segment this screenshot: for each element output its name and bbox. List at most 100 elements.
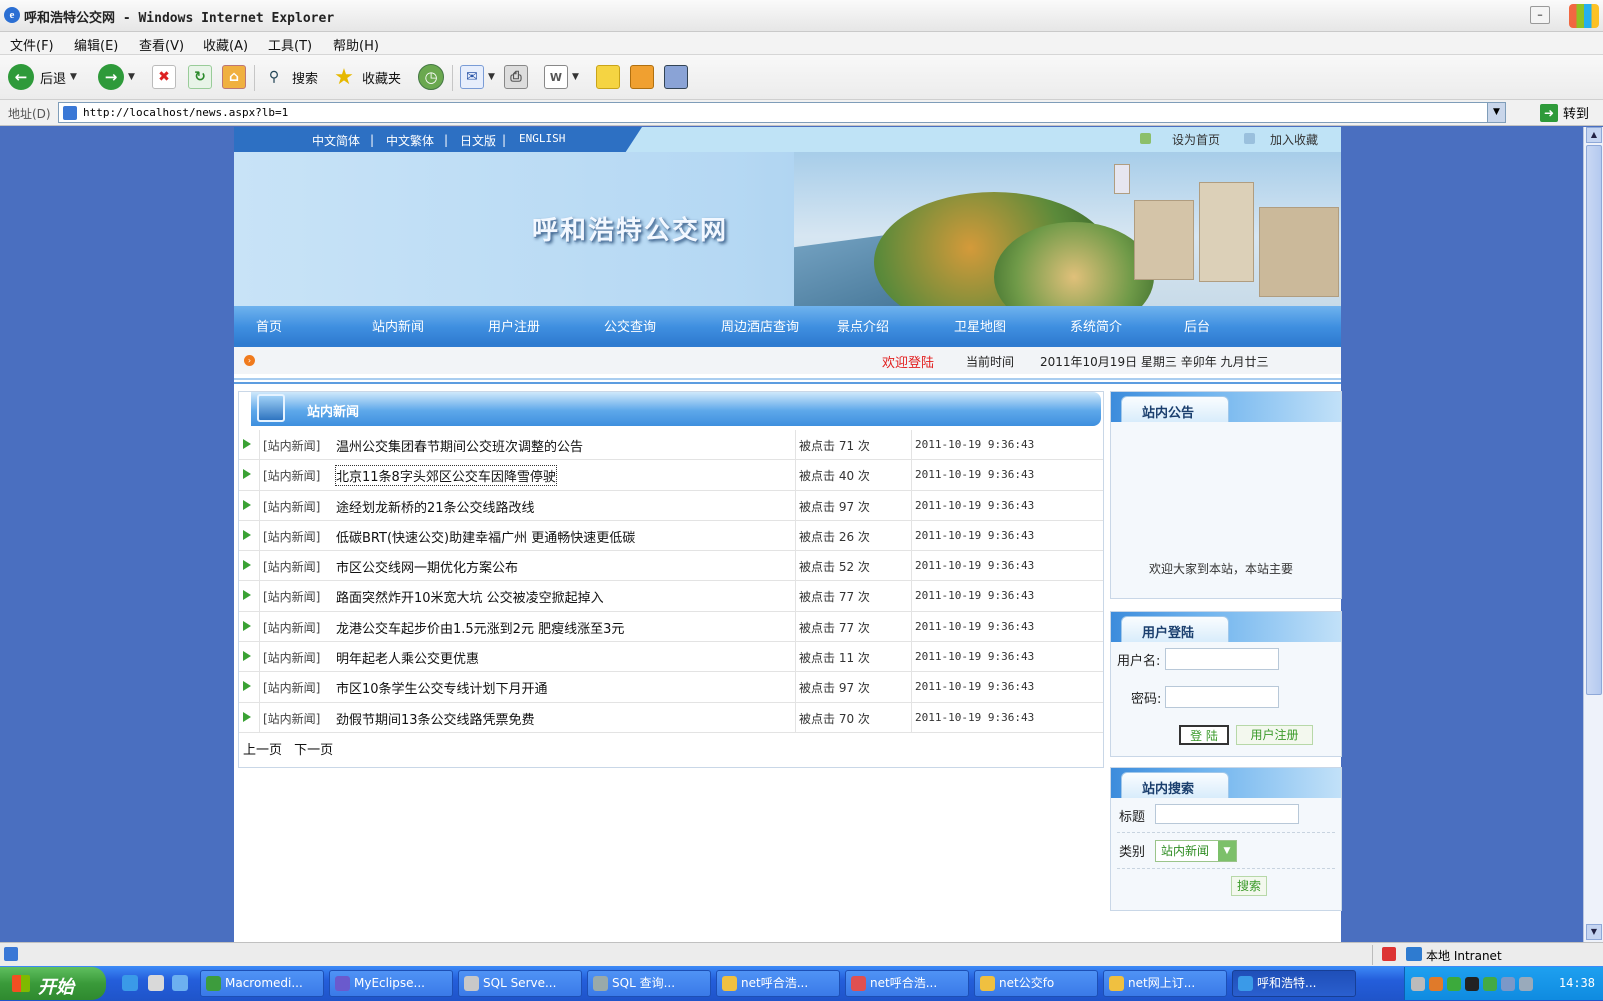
taskbar-button[interactable]: net呼合浩... bbox=[845, 970, 969, 997]
add-favorite-link[interactable]: 加入收藏 bbox=[1270, 131, 1318, 148]
forward-button[interactable]: → ▼ bbox=[98, 62, 135, 92]
lang-english[interactable]: ENGLISH bbox=[519, 132, 565, 145]
scroll-down-button[interactable]: ▼ bbox=[1586, 924, 1602, 940]
back-button[interactable]: ← 后退 ▼ bbox=[8, 62, 77, 92]
taskbar-button[interactable]: 呼和浩特... bbox=[1232, 970, 1356, 997]
print-button[interactable]: ⎙ bbox=[504, 62, 528, 92]
address-input[interactable]: http://localhost/news.aspx?lb=1 ▼ bbox=[58, 102, 1506, 123]
news-title-link[interactable]: 龙港公交车起步价由1.5元涨到2元 肥瘦线涨至3元 bbox=[336, 618, 624, 637]
intranet-zone-icon bbox=[1406, 947, 1422, 961]
taskbar-button[interactable]: Macromedi... bbox=[200, 970, 324, 997]
mail-button[interactable]: ✉ ▼ bbox=[460, 62, 495, 92]
discuss-button[interactable] bbox=[596, 62, 620, 92]
menu-view[interactable]: 查看(V) bbox=[139, 35, 184, 54]
minimize-button[interactable]: – bbox=[1530, 6, 1550, 24]
register-button[interactable]: 用户注册 bbox=[1236, 725, 1313, 745]
set-home-link[interactable]: 设为首页 bbox=[1172, 131, 1220, 148]
welcome-text: 欢迎登陆 bbox=[882, 356, 935, 371]
nav-hotel-query[interactable]: 周边酒店查询 bbox=[721, 316, 799, 335]
search-button[interactable]: ⚲ 搜索 bbox=[262, 62, 318, 92]
menu-favorites[interactable]: 收藏(A) bbox=[203, 35, 248, 54]
search-header: 站内搜索 bbox=[1111, 768, 1341, 798]
taskbar-button[interactable]: net呼合浩... bbox=[716, 970, 840, 997]
select-dropdown-icon[interactable]: ▼ bbox=[1218, 841, 1236, 861]
password-input[interactable] bbox=[1165, 686, 1279, 708]
scroll-thumb[interactable] bbox=[1586, 145, 1602, 695]
news-category: [站内新闻] bbox=[263, 711, 321, 726]
mail-dropdown-icon[interactable]: ▼ bbox=[488, 72, 495, 82]
start-button[interactable]: 开始 bbox=[0, 967, 106, 1000]
menu-tools[interactable]: 工具(T) bbox=[268, 35, 312, 54]
nav-bus-query[interactable]: 公交查询 bbox=[604, 316, 656, 335]
menu-edit[interactable]: 编辑(E) bbox=[74, 35, 118, 54]
home-button[interactable]: ⌂ bbox=[222, 62, 246, 92]
desktop-quicklaunch-icon[interactable] bbox=[148, 975, 164, 991]
news-title-link[interactable]: 市区10条学生公交专线计划下月开通 bbox=[336, 678, 548, 697]
messenger-button[interactable] bbox=[664, 62, 688, 92]
media-quicklaunch-icon[interactable] bbox=[172, 975, 188, 991]
go-button[interactable]: ➜ 转到 bbox=[1540, 103, 1589, 122]
login-button[interactable]: 登 陆 bbox=[1179, 725, 1229, 745]
address-url[interactable]: http://localhost/news.aspx?lb=1 bbox=[83, 106, 288, 119]
monitor-icon bbox=[257, 394, 285, 422]
edit-word-button[interactable]: W ▼ bbox=[544, 62, 579, 92]
qq-icon[interactable] bbox=[1465, 977, 1479, 991]
nav-attractions[interactable]: 景点介绍 bbox=[837, 316, 889, 335]
prev-page-link[interactable]: 上一页 bbox=[243, 743, 282, 758]
edit-dropdown-icon[interactable]: ▼ bbox=[572, 72, 579, 82]
address-dropdown-icon[interactable]: ▼ bbox=[1487, 103, 1505, 122]
news-title-link[interactable]: 途经划龙新桥的21条公交线路改线 bbox=[336, 497, 535, 516]
nav-admin[interactable]: 后台 bbox=[1184, 316, 1210, 335]
research-button[interactable] bbox=[630, 62, 654, 92]
vertical-scrollbar[interactable]: ▲ ▼ bbox=[1583, 127, 1603, 942]
lang-traditional[interactable]: 中文繁体 bbox=[386, 132, 434, 149]
lang-japanese[interactable]: 日文版 bbox=[460, 132, 496, 149]
next-page-link[interactable]: 下一页 bbox=[294, 743, 333, 758]
taskbar-button[interactable]: SQL Serve... bbox=[458, 970, 582, 997]
nav-home[interactable]: 首页 bbox=[256, 316, 282, 335]
network-icon[interactable] bbox=[1447, 977, 1461, 991]
news-title-link[interactable]: 温州公交集团春节期间公交班次调整的公告 bbox=[336, 436, 583, 455]
menu-help[interactable]: 帮助(H) bbox=[333, 35, 379, 54]
tray-arrow-icon[interactable] bbox=[1429, 977, 1443, 991]
forward-dropdown-icon[interactable]: ▼ bbox=[128, 72, 135, 82]
toolbar-separator bbox=[452, 65, 453, 91]
lang-separator: | bbox=[444, 133, 449, 147]
news-title-link[interactable]: 低碳BRT(快速公交)助建幸福广州 更通畅快速更低碳 bbox=[336, 527, 635, 546]
nav-register[interactable]: 用户注册 bbox=[488, 316, 540, 335]
favorites-button[interactable]: ★ 收藏夹 bbox=[332, 62, 401, 92]
volume-icon[interactable] bbox=[1501, 977, 1515, 991]
taskbar-button[interactable]: net网上订... bbox=[1103, 970, 1227, 997]
news-hits: 被点击 52 次 bbox=[799, 560, 870, 575]
keyboard-icon[interactable] bbox=[1411, 977, 1425, 991]
security-icon[interactable] bbox=[1483, 977, 1497, 991]
search-title-input[interactable] bbox=[1155, 804, 1299, 824]
refresh-button[interactable]: ↻ bbox=[188, 62, 212, 92]
nav-news[interactable]: 站内新闻 bbox=[372, 316, 424, 335]
history-button[interactable]: ◷ bbox=[418, 62, 444, 92]
news-title-link[interactable]: 北京11条8字头郊区公交车因降雪停驶 bbox=[335, 465, 557, 487]
scroll-up-button[interactable]: ▲ bbox=[1586, 127, 1602, 143]
back-dropdown-icon[interactable]: ▼ bbox=[70, 72, 77, 82]
stop-button[interactable]: ✖ bbox=[152, 62, 176, 92]
taskbar-button[interactable]: MyEclipse... bbox=[329, 970, 453, 997]
nav-satellite-map[interactable]: 卫星地图 bbox=[954, 316, 1006, 335]
news-date: 2011-10-19 9:36:43 bbox=[915, 680, 1035, 694]
ie-quicklaunch-icon[interactable] bbox=[122, 975, 138, 991]
device-icon[interactable] bbox=[1519, 977, 1533, 991]
toolbar-separator bbox=[254, 65, 255, 91]
search-submit-button[interactable]: 搜索 bbox=[1231, 876, 1267, 896]
news-title-link[interactable]: 路面突然炸开10米宽大坑 公交被凌空掀起掉入 bbox=[336, 587, 604, 606]
taskbar-button-label: net呼合浩... bbox=[870, 976, 938, 990]
menu-file[interactable]: 文件(F) bbox=[10, 35, 54, 54]
status-bar: 本地 Intranet bbox=[0, 942, 1603, 966]
news-title-link[interactable]: 劲假节期间13条公交线路凭票免费 bbox=[336, 709, 535, 728]
lang-simplified[interactable]: 中文简体 bbox=[312, 132, 360, 149]
search-type-select[interactable]: 站内新闻 ▼ bbox=[1155, 840, 1237, 862]
nav-about[interactable]: 系统简介 bbox=[1070, 316, 1122, 335]
news-title-link[interactable]: 明年起老人乘公交更优惠 bbox=[336, 648, 479, 667]
news-title-link[interactable]: 市区公交线网一期优化方案公布 bbox=[336, 557, 518, 576]
taskbar-button[interactable]: net公交fo bbox=[974, 970, 1098, 997]
taskbar-button[interactable]: SQL 查询... bbox=[587, 970, 711, 997]
username-input[interactable] bbox=[1165, 648, 1279, 670]
